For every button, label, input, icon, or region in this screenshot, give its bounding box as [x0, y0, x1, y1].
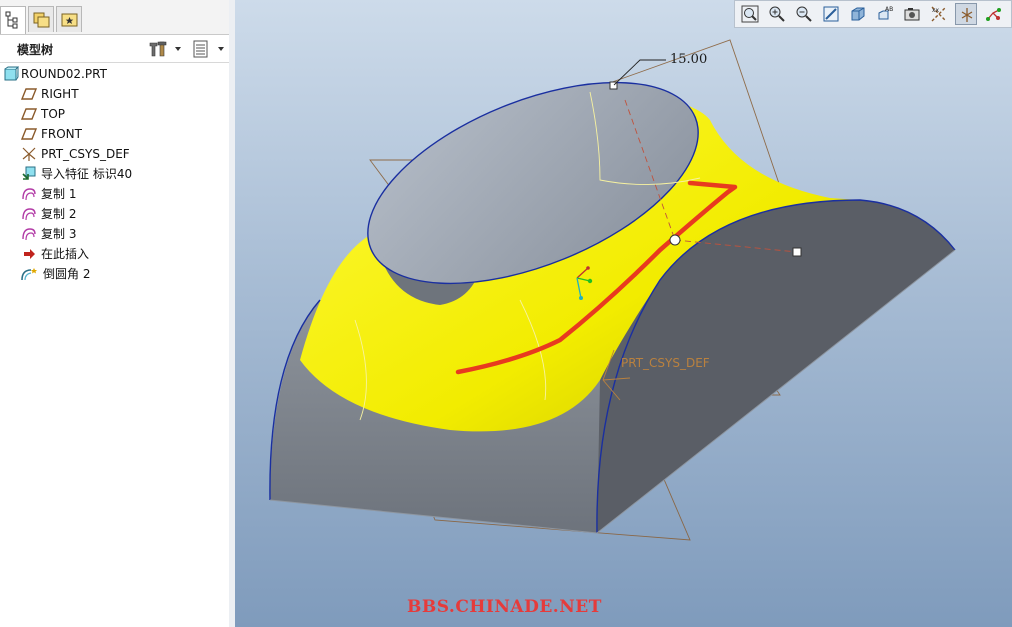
datum-plane-icon	[21, 88, 37, 100]
model-tree-header: 模型树	[0, 36, 229, 63]
saved-views-icon	[904, 8, 920, 21]
zoom-fit-icon	[741, 5, 759, 23]
radius-drag-handle[interactable]	[669, 234, 681, 246]
tree-item-label: 在此插入	[41, 247, 90, 261]
shading-icon	[851, 7, 865, 21]
folder-browser-tab-icon	[33, 12, 50, 28]
copy-surface-icon	[22, 228, 36, 241]
navigator-panel: 模型树 ROUND02.PRT RIGHT TOP FRONT PRT_CSYS…	[0, 0, 230, 627]
folder-browser-tab[interactable]	[28, 6, 54, 32]
part-icon	[4, 66, 19, 81]
csys-label: PRT_CSYS_DEF	[621, 356, 710, 370]
insert-here-arrow-icon	[24, 249, 35, 259]
named-views-icon: AB	[878, 6, 893, 20]
tree-item-label: 倒圆角 2	[43, 267, 91, 281]
zoom-out-icon	[796, 6, 812, 22]
tree-item-label: TOP	[41, 107, 66, 121]
round-feature-icon	[21, 268, 37, 281]
list-columns-icon	[193, 40, 208, 58]
model-tree-title: 模型树	[17, 43, 54, 57]
datum-axes-toggle-button[interactable]: xx	[928, 3, 950, 25]
datum-plane-icon	[21, 128, 37, 140]
tree-columns-button[interactable]	[190, 39, 226, 59]
tree-item-label: FRONT	[41, 127, 82, 141]
end-drag-handle[interactable]	[792, 247, 802, 257]
chevron-down-icon	[175, 47, 181, 51]
tree-item-label: 复制 2	[41, 207, 77, 221]
import-feature-icon	[22, 166, 36, 180]
csys-toggle-icon	[986, 8, 1001, 21]
datum-plane-icon	[21, 108, 37, 120]
model-scene[interactable]	[235, 0, 1012, 627]
csys-icon	[22, 147, 36, 161]
tree-item-label: ROUND02.PRT	[21, 67, 107, 81]
datum-planes-toggle-button[interactable]	[955, 3, 977, 25]
navigator-tabs	[0, 0, 229, 35]
named-views-button[interactable]: AB	[874, 3, 896, 25]
tree-item-label: PRT_CSYS_DEF	[41, 147, 130, 161]
repaint-button[interactable]	[820, 3, 842, 25]
svg-text:xx: xx	[932, 7, 940, 14]
zoom-in-button[interactable]	[766, 3, 788, 25]
shading-button[interactable]	[847, 3, 869, 25]
favorites-tab[interactable]	[56, 6, 82, 32]
copy-surface-icon	[22, 208, 36, 221]
tools-icon	[149, 41, 167, 57]
favorites-tab-icon	[61, 13, 78, 27]
csys-toggle-button[interactable]	[982, 3, 1004, 25]
datum-planes-toggle-icon	[961, 8, 973, 22]
datum-axes-toggle-icon: xx	[931, 6, 947, 22]
model-tree-tab-icon	[5, 11, 18, 29]
tree-item-label: 导入特征 标识40	[41, 167, 133, 181]
copy-surface-icon	[22, 188, 36, 201]
saved-views-button[interactable]	[901, 3, 923, 25]
watermark-text: BBS.CHINADE.NET	[407, 597, 602, 617]
tree-item-label: 复制 1	[41, 187, 77, 201]
tree-item-label: RIGHT	[41, 87, 79, 101]
zoom-fit-button[interactable]	[739, 3, 761, 25]
tree-settings-button[interactable]	[147, 39, 183, 59]
repaint-icon	[823, 6, 839, 22]
zoom-out-button[interactable]	[793, 3, 815, 25]
tree-item-label: 复制 3	[41, 227, 77, 241]
dimension-value[interactable]: 15.00	[670, 52, 707, 67]
model-tree-tab[interactable]	[0, 6, 26, 34]
chevron-down-icon	[218, 47, 224, 51]
svg-text:AB: AB	[885, 6, 893, 13]
view-toolbar: AB xx	[734, 0, 1012, 28]
zoom-in-icon	[769, 6, 785, 22]
